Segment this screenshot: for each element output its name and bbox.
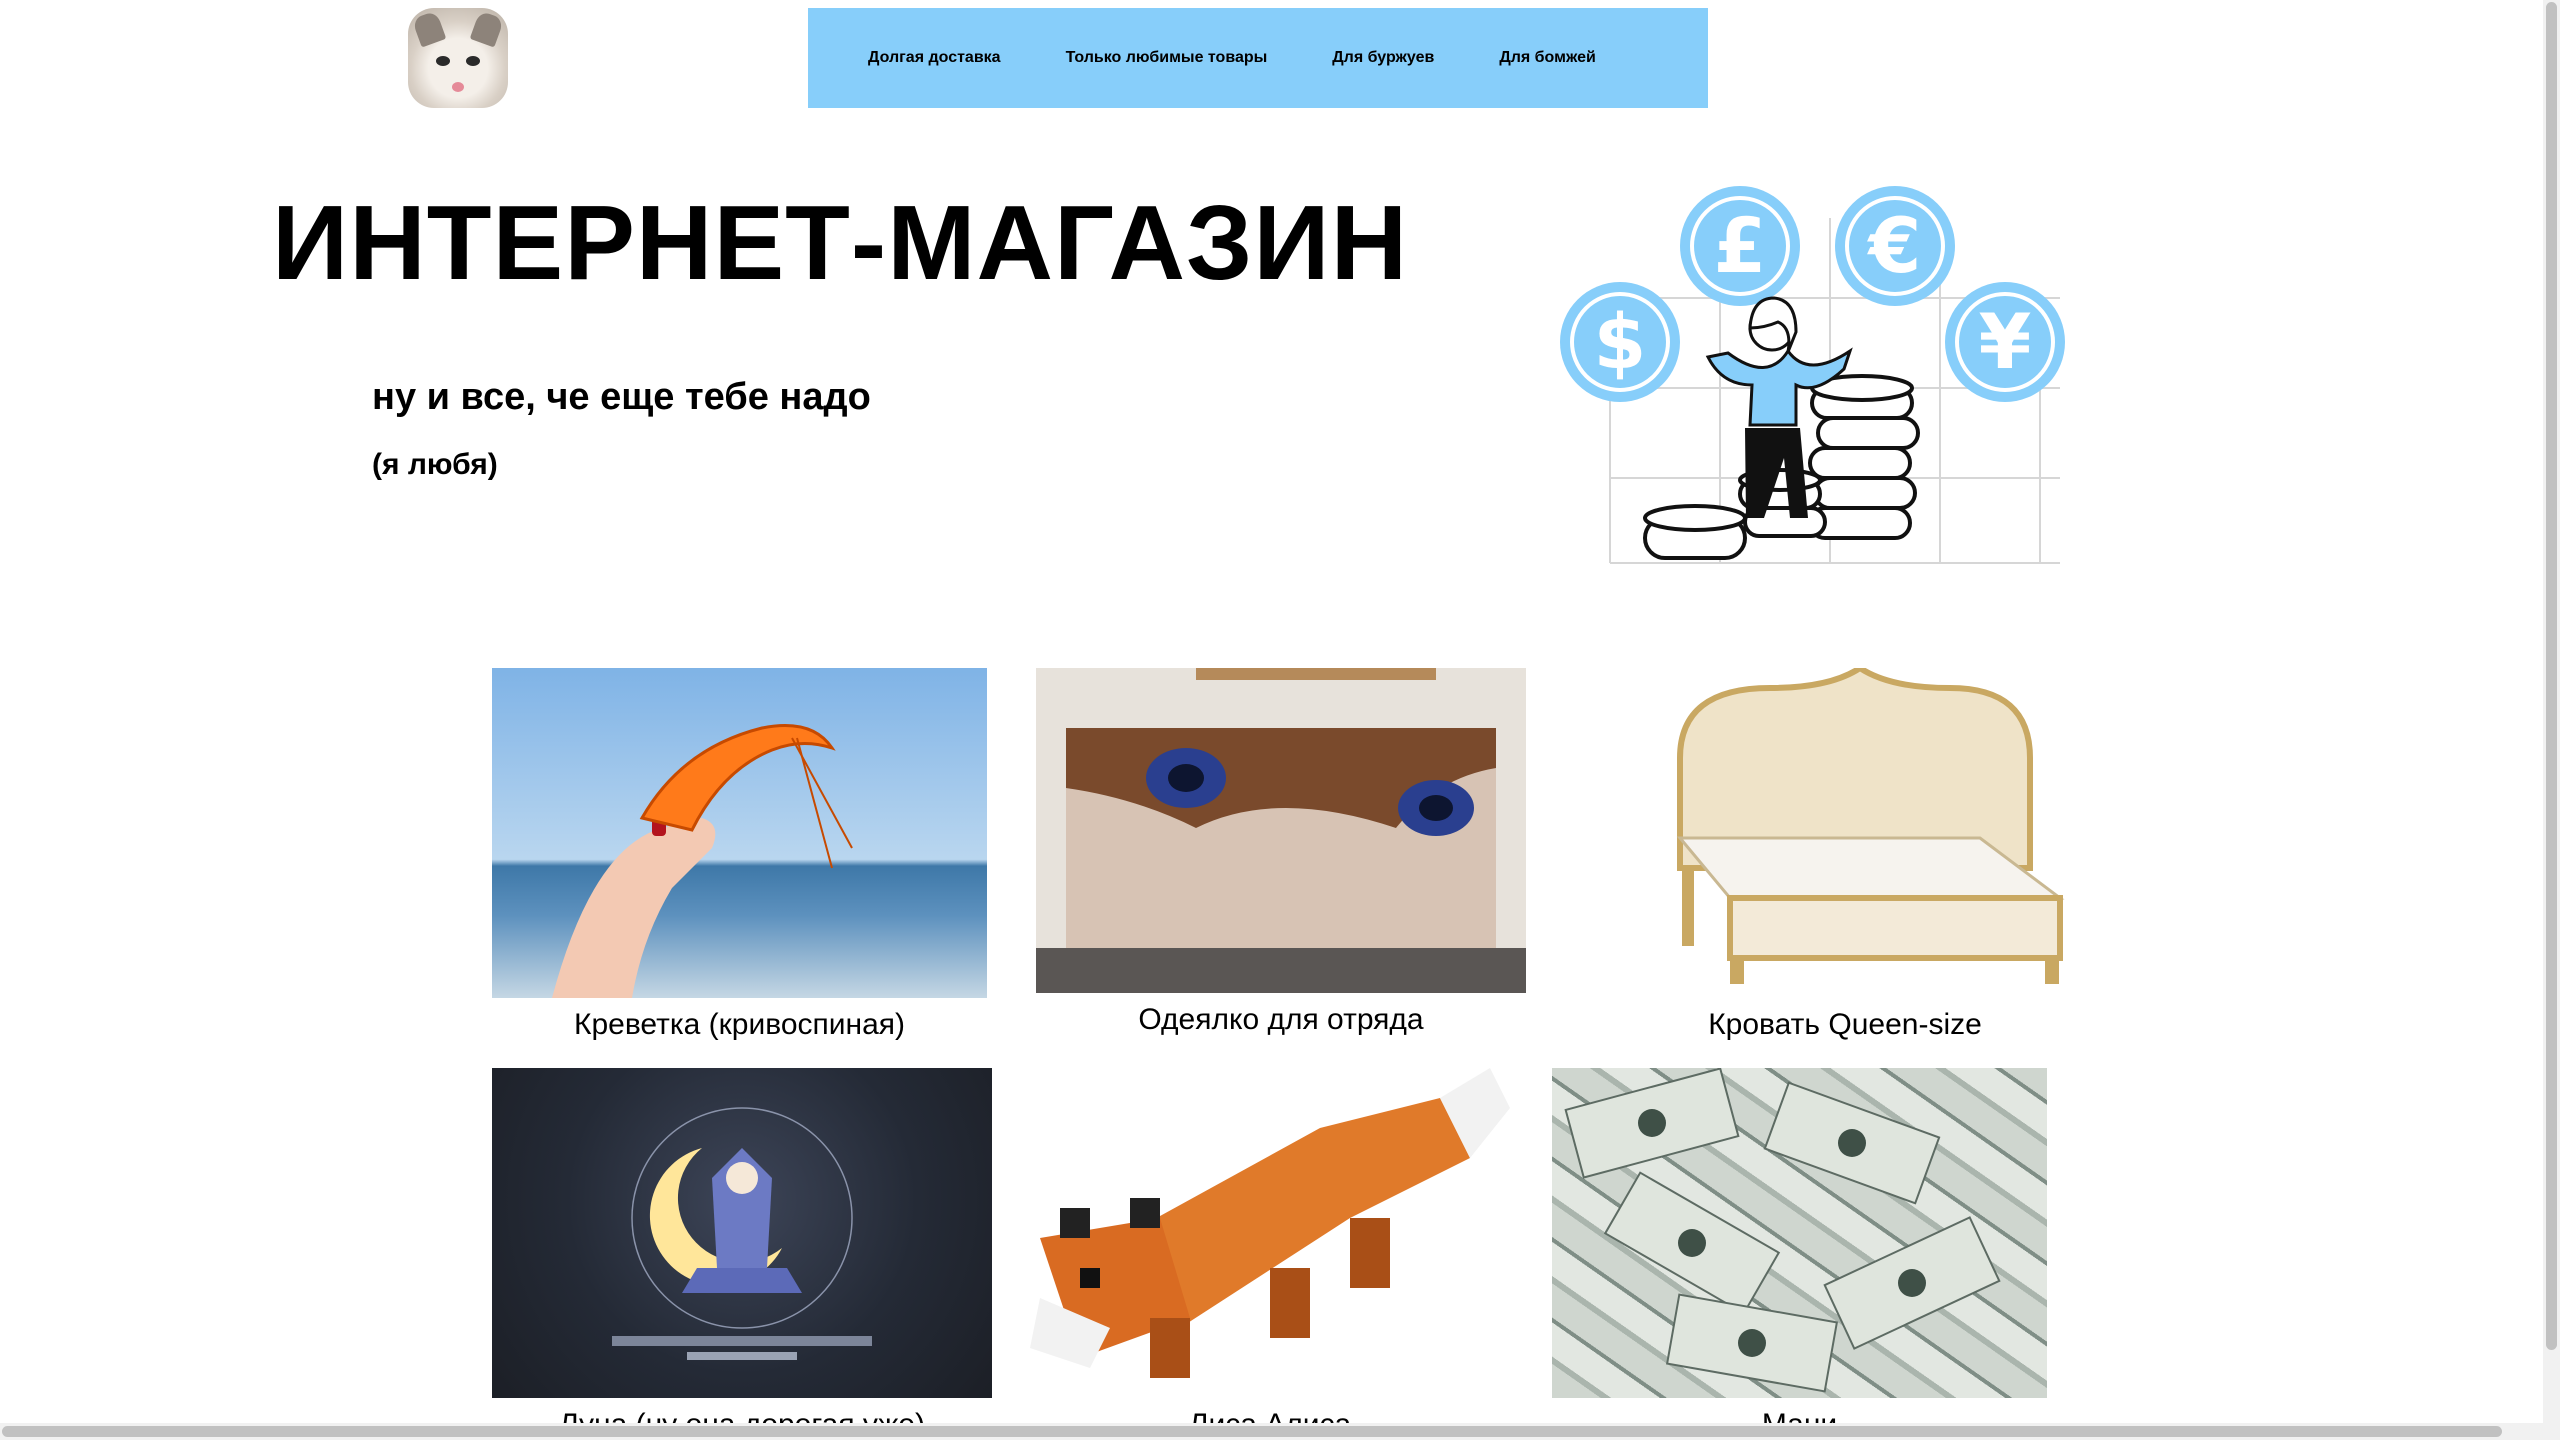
main-nav: Долгая доставка Только любимые товары Дл… <box>808 8 1708 108</box>
fox-illustration <box>1030 1068 1510 1378</box>
coin-dollar-icon: $ <box>1560 282 1680 402</box>
page-title: ИНТЕРНЕТ-МАГАЗИН <box>272 184 1409 302</box>
product-card-shrimp[interactable]: Креветка (кривоспиная) <box>492 668 987 1042</box>
cat-logo[interactable] <box>408 8 508 108</box>
coin-yen-icon: ¥ <box>1945 282 2065 402</box>
nav-link-for-homeless[interactable]: Для бомжей <box>1499 49 1596 67</box>
cat-eye-left <box>436 56 450 66</box>
fox-image[interactable] <box>1020 1068 1520 1398</box>
product-card-money[interactable]: Мани <box>1552 1068 2047 1440</box>
product-card-bed[interactable]: Кровать Queen-size <box>1620 668 2070 1042</box>
money-image[interactable] <box>1552 1068 2047 1398</box>
shrimp-image[interactable] <box>492 668 987 998</box>
hero-subtitle: ну и все, че еще тебе надо <box>372 376 871 418</box>
bed-image[interactable] <box>1620 668 2070 998</box>
money-illustration-bills <box>1564 1068 2001 1393</box>
money-illustration: £ € $ ¥ <box>1560 186 2065 564</box>
shrimp-illustration <box>552 724 853 998</box>
coin-pound-icon: £ <box>1680 186 1800 306</box>
coin-euro-icon: € <box>1835 186 1955 306</box>
product-caption[interactable]: Кровать Queen-size <box>1620 1008 2070 1042</box>
product-card-fox[interactable]: Лиса Алиса <box>1020 1068 1520 1440</box>
cat-ear-right <box>469 10 505 48</box>
vertical-scrollbar[interactable] <box>2543 0 2560 1440</box>
horizontal-scrollbar-thumb[interactable] <box>2 1426 2502 1437</box>
vertical-scrollbar-thumb[interactable] <box>2546 2 2557 1350</box>
svg-text:€: € <box>1867 201 1922 290</box>
product-caption[interactable]: Креветка (кривоспиная) <box>492 1008 987 1042</box>
moon-illustration <box>612 1107 872 1360</box>
horizontal-scrollbar[interactable] <box>0 1423 2543 1440</box>
blanket-image[interactable] <box>1036 668 1526 993</box>
nav-link-for-bourgeois[interactable]: Для буржуев <box>1332 49 1434 67</box>
nav-link-long-delivery[interactable]: Долгая доставка <box>868 49 1001 67</box>
svg-text:£: £ <box>1714 201 1767 290</box>
cat-eye-right <box>466 56 480 66</box>
svg-text:$: $ <box>1594 297 1647 386</box>
product-card-blanket[interactable]: Одеялко для отряда <box>1036 668 1526 1037</box>
blanket-illustration <box>1036 668 1526 993</box>
page: Долгая доставка Только любимые товары Дл… <box>0 0 2560 1440</box>
bed-illustration <box>1676 668 2065 984</box>
nav-link-favorite-goods[interactable]: Только любимые товары <box>1066 49 1268 67</box>
product-card-moon[interactable]: Луна (ну она дорогая уже) <box>492 1068 992 1440</box>
product-caption[interactable]: Одеялко для отряда <box>1036 1003 1526 1037</box>
moon-image[interactable] <box>492 1068 992 1398</box>
cat-ear-left <box>411 10 447 48</box>
cat-nose <box>452 82 464 92</box>
hero-note: (я любя) <box>372 448 498 481</box>
svg-text:¥: ¥ <box>1979 297 2032 386</box>
